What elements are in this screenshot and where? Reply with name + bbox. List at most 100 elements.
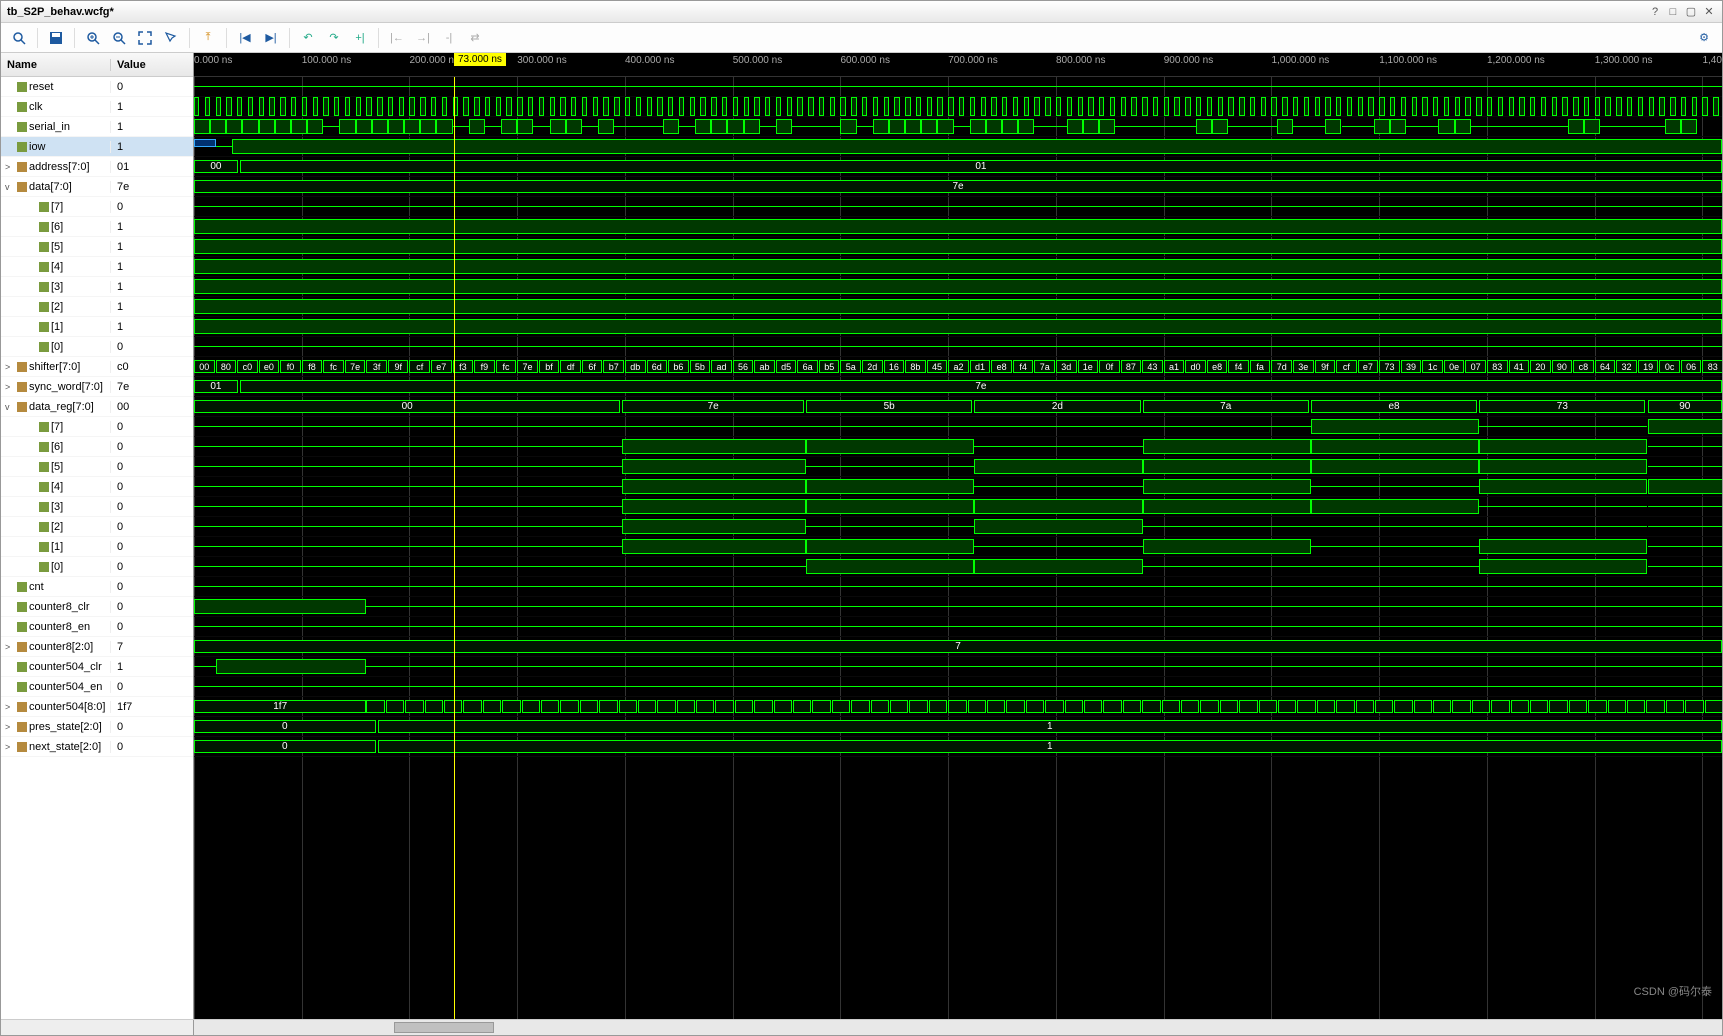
signal-row[interactable]: counter504_en0 xyxy=(1,677,193,697)
signal-row[interactable]: >shifter[7:0]c0 xyxy=(1,357,193,377)
zoom-out-icon[interactable] xyxy=(107,26,131,50)
waveform-row[interactable] xyxy=(194,477,1722,497)
waveform-row[interactable] xyxy=(194,297,1722,317)
signal-row[interactable]: counter8_clr0 xyxy=(1,597,193,617)
waveform-row[interactable] xyxy=(194,497,1722,517)
waveform-row[interactable] xyxy=(194,237,1722,257)
waveform-row[interactable] xyxy=(194,257,1722,277)
cursor-line[interactable] xyxy=(454,77,455,1019)
waveform-row[interactable] xyxy=(194,537,1722,557)
waveform-row[interactable] xyxy=(194,337,1722,357)
signal-row[interactable]: [2]0 xyxy=(1,517,193,537)
signal-row[interactable]: counter8_en0 xyxy=(1,617,193,637)
add-marker-icon[interactable]: +| xyxy=(348,26,372,50)
maximize-icon[interactable]: ▢ xyxy=(1684,5,1698,19)
signal-row[interactable]: >pres_state[2:0]0 xyxy=(1,717,193,737)
signal-row[interactable]: [2]1 xyxy=(1,297,193,317)
prev-marker-icon[interactable]: |← xyxy=(385,26,409,50)
waveform-row[interactable] xyxy=(194,617,1722,637)
minimize-icon[interactable]: □ xyxy=(1666,5,1680,19)
waveform-row[interactable]: 01 xyxy=(194,717,1722,737)
waveform-row[interactable]: 7e xyxy=(194,177,1722,197)
horizontal-scrollbar[interactable] xyxy=(194,1020,1722,1035)
signal-row[interactable]: vdata[7:0]7e xyxy=(1,177,193,197)
prev-edge-icon[interactable]: ↶ xyxy=(296,26,320,50)
signal-row[interactable]: [4]0 xyxy=(1,477,193,497)
signal-icon xyxy=(17,642,27,652)
waveform-row[interactable] xyxy=(194,557,1722,577)
waveform-row[interactable] xyxy=(194,517,1722,537)
signal-row[interactable]: [7]0 xyxy=(1,197,193,217)
waveform-row[interactable]: 017e xyxy=(194,377,1722,397)
signal-row[interactable]: serial_in1 xyxy=(1,117,193,137)
zoom-in-icon[interactable] xyxy=(81,26,105,50)
signal-row[interactable]: >counter504[8:0]1f7 xyxy=(1,697,193,717)
signal-row[interactable]: [4]1 xyxy=(1,257,193,277)
signal-row[interactable]: clk1 xyxy=(1,97,193,117)
last-transition-icon[interactable]: ▶| xyxy=(259,26,283,50)
signal-list[interactable]: reset0clk1serial_in1iow1>address[7:0]01v… xyxy=(1,77,193,1019)
waveform-row[interactable] xyxy=(194,97,1722,117)
signal-row[interactable]: counter504_clr1 xyxy=(1,657,193,677)
first-transition-icon[interactable]: |◀ xyxy=(233,26,257,50)
signal-row[interactable]: [3]0 xyxy=(1,497,193,517)
waveform-row[interactable] xyxy=(194,597,1722,617)
waveform-row[interactable] xyxy=(194,197,1722,217)
signal-row[interactable]: [5]1 xyxy=(1,237,193,257)
waveform-rows[interactable]: 00017e 0080c0e0f0f8fc7e3f9fcfe7f3f9fc7ebf… xyxy=(194,77,1722,1019)
scrollbar-thumb[interactable] xyxy=(394,1022,494,1033)
waveform-row[interactable]: 0080c0e0f0f8fc7e3f9fcfe7f3f9fc7ebfdf6fb7… xyxy=(194,357,1722,377)
waveform-row[interactable]: 01 xyxy=(194,737,1722,757)
column-value-header[interactable]: Value xyxy=(111,59,146,71)
signal-row[interactable]: >sync_word[7:0]7e xyxy=(1,377,193,397)
column-name-header[interactable]: Name xyxy=(1,59,111,71)
waveform-row[interactable]: 007e5b2d7ae87390 xyxy=(194,397,1722,417)
cursor-time-label[interactable]: 73.000 ns xyxy=(454,53,506,66)
waveform-row[interactable] xyxy=(194,117,1722,137)
signal-row[interactable]: [0]0 xyxy=(1,337,193,357)
waveform-row[interactable] xyxy=(194,577,1722,597)
waveform-row[interactable] xyxy=(194,277,1722,297)
waveform-row[interactable] xyxy=(194,677,1722,697)
signal-row[interactable]: [3]1 xyxy=(1,277,193,297)
signal-row[interactable]: [5]0 xyxy=(1,457,193,477)
waveform-row[interactable]: 1f7 xyxy=(194,697,1722,717)
signal-row[interactable]: [0]0 xyxy=(1,557,193,577)
next-edge-icon[interactable]: ↷ xyxy=(322,26,346,50)
waveform-row[interactable] xyxy=(194,417,1722,437)
waveform-row[interactable] xyxy=(194,437,1722,457)
signal-row[interactable]: [6]0 xyxy=(1,437,193,457)
zoom-fit-icon[interactable] xyxy=(133,26,157,50)
waveform-row[interactable] xyxy=(194,317,1722,337)
go-to-start-icon[interactable]: ⤒ xyxy=(196,26,220,50)
waveform-row[interactable] xyxy=(194,657,1722,677)
signal-row[interactable]: [7]0 xyxy=(1,417,193,437)
settings-icon[interactable]: ⚙ xyxy=(1692,26,1716,50)
waveform-row[interactable] xyxy=(194,457,1722,477)
waveform-row[interactable] xyxy=(194,77,1722,97)
waveform-row[interactable] xyxy=(194,217,1722,237)
signal-row[interactable]: >next_state[2:0]0 xyxy=(1,737,193,757)
signal-row[interactable]: iow1 xyxy=(1,137,193,157)
signal-row[interactable]: [6]1 xyxy=(1,217,193,237)
time-ruler[interactable]: 0.000 ns100.000 ns200.000 ns300.000 ns40… xyxy=(194,53,1722,77)
signal-row[interactable]: vdata_reg[7:0]00 xyxy=(1,397,193,417)
swap-markers-icon[interactable]: ⇄ xyxy=(463,26,487,50)
signal-row[interactable]: [1]0 xyxy=(1,537,193,557)
signal-row[interactable]: >address[7:0]01 xyxy=(1,157,193,177)
signal-row[interactable]: [1]1 xyxy=(1,317,193,337)
delete-marker-icon[interactable]: -| xyxy=(437,26,461,50)
waveform-row[interactable]: 0001 xyxy=(194,157,1722,177)
waveform-row[interactable]: 7 xyxy=(194,637,1722,657)
signal-row[interactable]: >counter8[2:0]7 xyxy=(1,637,193,657)
waveform-area[interactable]: 73.000 ns 0.000 ns100.000 ns200.000 ns30… xyxy=(194,53,1722,1019)
search-icon[interactable] xyxy=(7,26,31,50)
close-icon[interactable]: ✕ xyxy=(1702,5,1716,19)
save-icon[interactable] xyxy=(44,26,68,50)
help-icon[interactable]: ? xyxy=(1648,5,1662,19)
signal-row[interactable]: cnt0 xyxy=(1,577,193,597)
waveform-row[interactable] xyxy=(194,137,1722,157)
zoom-cursor-icon[interactable] xyxy=(159,26,183,50)
next-marker-icon[interactable]: →| xyxy=(411,26,435,50)
signal-row[interactable]: reset0 xyxy=(1,77,193,97)
